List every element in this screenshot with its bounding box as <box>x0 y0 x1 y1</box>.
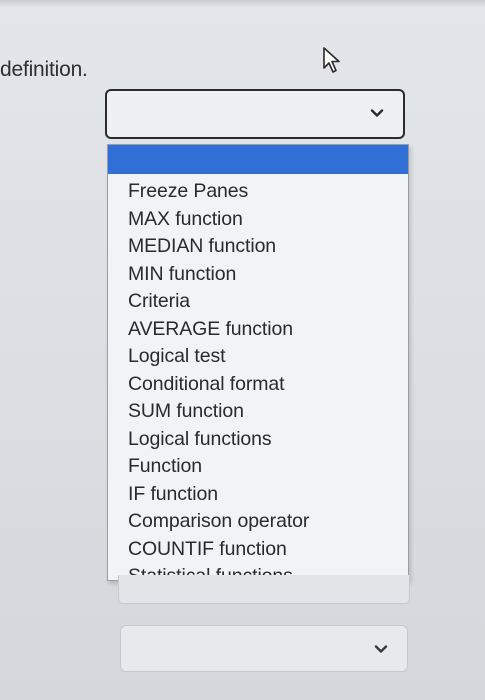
dropdown-option[interactable]: Logical test <box>128 343 309 371</box>
chevron-down-icon <box>374 645 388 653</box>
question-text: definition. <box>0 58 88 81</box>
dropdown-option[interactable]: AVERAGE function <box>128 316 309 344</box>
dropdown-option[interactable]: SUM function <box>128 398 309 426</box>
dropdown-option[interactable]: Comparison operator <box>128 508 309 536</box>
dropdown-option[interactable]: Function <box>128 453 309 481</box>
dropdown-option[interactable]: COUNTIF function <box>128 536 309 564</box>
chevron-down-icon <box>370 109 384 117</box>
answer-select-2[interactable] <box>120 625 408 672</box>
dropdown-option[interactable]: Logical functions <box>128 426 309 454</box>
dropdown-option-blank-highlighted[interactable] <box>108 145 408 174</box>
dropdown-option[interactable]: MAX function <box>128 206 309 234</box>
dropdown-option[interactable]: Freeze Panes <box>128 178 309 206</box>
mouse-pointer-icon <box>323 47 340 73</box>
hidden-select-behind-list <box>118 575 410 604</box>
dropdown-options-list: Freeze Panes MAX function MEDIAN functio… <box>107 144 409 587</box>
dropdown-option[interactable]: MIN function <box>128 261 309 289</box>
answer-select[interactable] <box>105 89 405 139</box>
top-edge <box>0 0 485 8</box>
dropdown-option[interactable]: MEDIAN function <box>128 233 309 261</box>
dropdown-option[interactable]: Conditional format <box>128 371 309 399</box>
dropdown-option[interactable]: IF function <box>128 481 309 509</box>
dropdown-option[interactable]: Criteria <box>128 288 309 316</box>
